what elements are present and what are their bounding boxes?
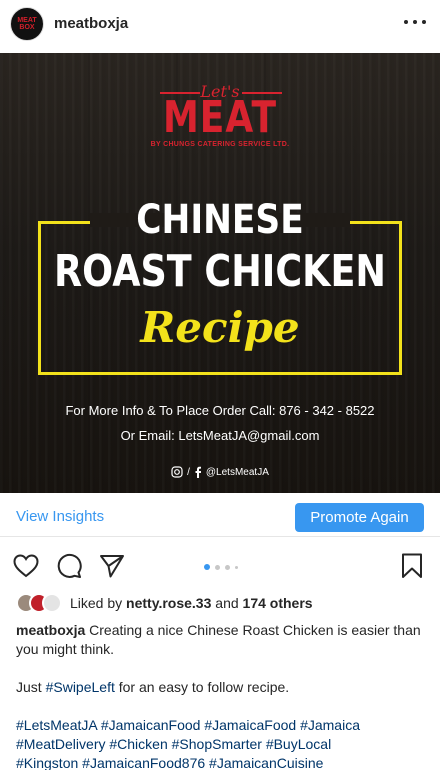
more-options-icon[interactable] <box>404 12 426 32</box>
liker-avatars <box>16 593 64 613</box>
hashtag[interactable]: #Kingston <box>16 755 78 770</box>
hashtag[interactable]: #JamaicanCuisine <box>209 755 323 770</box>
contact-phone: For More Info & To Place Order Call: 876… <box>65 403 375 418</box>
likes-others[interactable]: 174 others <box>243 595 313 611</box>
contact-email: Or Email: LetsMeatJA@gmail.com <box>120 428 320 443</box>
comment-icon[interactable] <box>55 552 83 580</box>
hashtag[interactable]: #JamaicanFood <box>101 717 201 733</box>
hashtag[interactable]: #LetsMeatJA <box>16 717 97 733</box>
hashtag[interactable]: #BuyLocal <box>266 736 331 752</box>
carousel-dot-active <box>204 564 210 570</box>
title-line-3: Recipe <box>140 303 300 352</box>
hashtag[interactable]: #JamaicanFood876 <box>82 755 205 770</box>
carousel-indicator <box>204 564 238 570</box>
brand-logo: Let's MEAT BY CHUNGS CATERING SERVICE LT… <box>0 83 440 149</box>
title-line-1: CHINESE <box>136 197 304 243</box>
post-image[interactable]: Let's MEAT BY CHUNGS CATERING SERVICE LT… <box>0 53 440 493</box>
promote-again-button[interactable]: Promote Again <box>295 503 424 532</box>
hashtag[interactable]: #ShopSmarter <box>172 736 262 752</box>
hashtag-list: #LetsMeatJA #JamaicanFood #JamaicaFood #… <box>16 716 426 770</box>
liker-username[interactable]: netty.rose.33 <box>126 595 211 611</box>
instagram-icon <box>171 466 183 478</box>
view-insights-link[interactable]: View Insights <box>16 508 104 525</box>
likes-prefix: Liked by <box>70 595 123 611</box>
carousel-dot <box>235 565 238 569</box>
social-handle-row: / @LetsMeatJA <box>0 466 440 478</box>
likes-row[interactable]: Liked by netty.rose.33 and 174 others <box>16 592 313 614</box>
insights-bar: View Insights Promote Again <box>0 497 440 537</box>
action-icons-row <box>0 548 440 584</box>
caption-paragraph-2: Just #SwipeLeft for an easy to follow re… <box>16 678 426 697</box>
hashtag[interactable]: #MeatDelivery <box>16 736 105 752</box>
social-handle: @LetsMeatJA <box>205 466 269 478</box>
brand-main: MEAT <box>162 93 278 143</box>
hashtag[interactable]: #SwipeLeft <box>46 679 115 695</box>
caption-text-2-before: Just <box>16 679 42 695</box>
avatar-text-box: BOX <box>19 24 35 31</box>
hashtag[interactable]: #Jamaica <box>300 717 360 733</box>
caption-paragraph-1: meatboxja Creating a nice Chinese Roast … <box>16 621 426 659</box>
share-icon[interactable] <box>98 552 126 580</box>
post-header: MEAT BOX meatboxja <box>0 0 440 50</box>
avatar-text-meat: MEAT <box>17 17 37 24</box>
username[interactable]: meatboxja <box>54 15 128 32</box>
facebook-icon <box>195 466 201 478</box>
caption-username[interactable]: meatboxja <box>16 622 85 638</box>
carousel-dot <box>225 564 230 570</box>
avatar[interactable]: MEAT BOX <box>10 7 44 41</box>
carousel-dot <box>215 564 220 570</box>
caption: meatboxja Creating a nice Chinese Roast … <box>16 621 426 770</box>
likes-connector: and <box>215 595 239 611</box>
heart-icon[interactable] <box>12 552 40 580</box>
caption-text-2-after: for an easy to follow recipe. <box>118 679 290 695</box>
hashtag[interactable]: #Chicken <box>109 736 167 752</box>
bookmark-icon[interactable] <box>398 552 426 580</box>
title-line-2: ROAST CHICKEN <box>54 246 386 297</box>
hashtag[interactable]: #JamaicaFood <box>204 717 296 733</box>
liker-avatar <box>42 593 62 613</box>
